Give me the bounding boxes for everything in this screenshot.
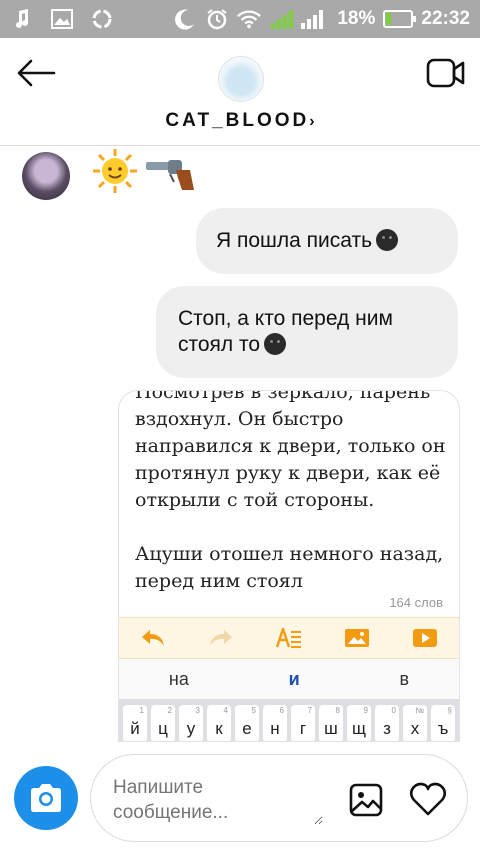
key: № х (403, 705, 427, 741)
text-line: протянул руку к двери, как её (135, 462, 441, 484)
key-number: 9 (363, 706, 368, 715)
sun-emoji (93, 149, 137, 193)
battery-icon (383, 10, 417, 28)
text-line: перед ним стоял (135, 570, 303, 592)
editor-toolbar (119, 617, 459, 659)
insert-video-icon (411, 626, 439, 650)
chat-header: CAT_BLOOD› (0, 38, 480, 146)
back-arrow-icon (17, 59, 56, 87)
key-number: 1 (139, 706, 144, 715)
heart-icon (409, 782, 447, 816)
key-number: 4 (223, 706, 228, 715)
status-bar: 18% 22:32 (0, 0, 480, 38)
signal-icon (269, 7, 329, 31)
battery-percent: 18% (337, 8, 376, 29)
sent-message[interactable]: Я пошла писать (196, 208, 458, 274)
key: 1й (123, 705, 147, 741)
key-number: 2 (167, 706, 172, 715)
key-number: 5 (251, 706, 256, 715)
chat-screen: 18% 22:32 CAT_BLOOD› Я пошла писать Стоп… (0, 0, 480, 854)
keyboard-suggestions: на и в (119, 659, 459, 699)
clock: 22:32 (421, 8, 470, 29)
revolver-emoji (146, 160, 194, 190)
sent-message[interactable]: Стоп, а кто перед ним стоял то (156, 286, 458, 378)
image-icon (50, 7, 74, 31)
message-input[interactable] (113, 775, 323, 825)
key-letter: е (242, 719, 252, 738)
redo-icon (207, 626, 235, 650)
key: 4к (207, 705, 231, 741)
sync-icon (90, 7, 114, 31)
keyboard-row: 1й 2ц 3у 4к 5е 6н 7г 8ш 9щ 0з № х § ъ (119, 699, 459, 741)
video-call-icon (426, 58, 465, 88)
text-line: открыли с той стороны. (135, 489, 375, 511)
contact-avatar[interactable] (218, 56, 264, 102)
text-line: Посмотрев в зеркало, парень (135, 390, 431, 403)
suggestion: и (288, 668, 300, 689)
message-text: Стоп, а кто перед ним стоял то (178, 307, 393, 356)
key-number: 8 (335, 706, 340, 715)
key-letter: ъ (437, 719, 449, 738)
key: 2ц (151, 705, 175, 741)
back-button[interactable] (16, 58, 56, 88)
key-number: 0 (391, 706, 396, 715)
key-number: 6 (279, 706, 284, 715)
key: 8ш (319, 705, 343, 741)
message-text: Я пошла писать (216, 229, 373, 252)
moon-icon (173, 7, 197, 31)
key-letter: у (186, 719, 196, 738)
key-letter: н (270, 719, 280, 738)
key: 5е (235, 705, 259, 741)
key: 3у (179, 705, 203, 741)
key-number: § (447, 706, 452, 715)
username-text: CAT_BLOOD (165, 110, 310, 131)
sender-avatar[interactable] (22, 152, 70, 200)
wifi-icon (237, 7, 262, 31)
key-letter: й (130, 719, 140, 738)
key: 7г (291, 705, 315, 741)
new-moon-face-emoji (376, 229, 399, 251)
key-number: № (415, 706, 424, 715)
camera-icon (31, 784, 61, 812)
key-letter: х (410, 719, 420, 738)
undo-icon (139, 626, 167, 650)
contact-username[interactable]: CAT_BLOOD› (0, 110, 480, 132)
key-letter: ш (324, 719, 338, 738)
chevron-right-icon: › (309, 113, 315, 130)
like-button[interactable] (409, 781, 447, 817)
key-letter: г (299, 719, 307, 738)
message-composer (90, 754, 468, 842)
image-message[interactable]: Посмотрев в зеркало, парень вздохнул. Он… (118, 390, 460, 742)
insert-image-icon (343, 626, 371, 650)
suggestion: в (399, 668, 410, 689)
key-letter: з (383, 719, 391, 738)
key: 6н (263, 705, 287, 741)
key-number: 7 (307, 706, 312, 715)
gallery-icon (349, 783, 383, 817)
text-line: Ацуши отошел немного назад, (135, 543, 444, 565)
text-line: направился к двери, только он (135, 435, 446, 457)
key-number: 3 (195, 706, 200, 715)
word-count: 164 слов (389, 595, 443, 610)
key: § ъ (431, 705, 455, 741)
camera-button[interactable] (14, 766, 78, 830)
key: 9щ (347, 705, 371, 741)
text-line: вздохнул. Он быстро (135, 408, 344, 430)
key-letter: к (215, 719, 223, 738)
text-format-icon (275, 626, 303, 650)
video-call-button[interactable] (426, 56, 466, 90)
screenshot-text: Посмотрев в зеркало, парень вздохнул. Он… (135, 390, 453, 595)
new-moon-face-emoji (264, 333, 287, 355)
gallery-button[interactable] (349, 783, 383, 817)
suggestion: на (168, 668, 189, 689)
key-letter: ц (158, 719, 168, 738)
music-note-icon (10, 7, 34, 31)
key-letter: щ (352, 719, 366, 738)
key: 0з (375, 705, 399, 741)
alarm-icon (205, 7, 229, 31)
